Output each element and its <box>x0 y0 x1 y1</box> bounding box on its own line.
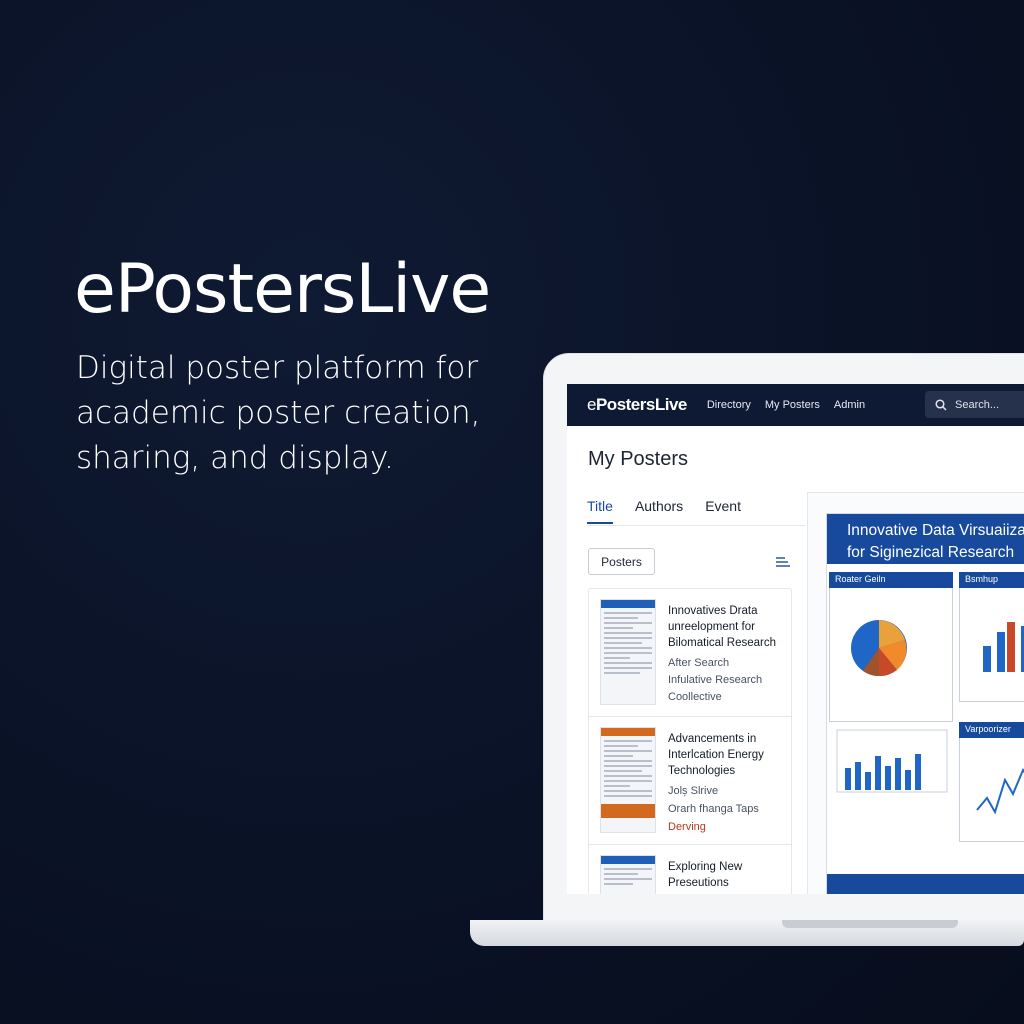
poster-title-line: for Siginezical Research <box>847 544 1015 561</box>
poster-header: Innovative Data Virsuaiizations for Sigi… <box>827 514 1024 564</box>
list-view-icon[interactable] <box>776 556 790 568</box>
poster-title-line: Innovative Data Virsuaiizations <box>847 522 1024 539</box>
search-placeholder: Search... <box>955 398 1000 411</box>
app-logo[interactable]: ePostersLive <box>587 395 687 415</box>
logo-prefix: e <box>587 395 596 414</box>
poster-section-title: Roater Geiln <box>829 572 953 588</box>
poster-thumbnail <box>600 855 656 894</box>
logo-rest: PostersLive <box>595 395 687 414</box>
poster-title: Exploring New Preseutions <box>668 861 743 889</box>
poster-preview[interactable]: Innovative Data Virsuaiizations for Sigi… <box>826 513 1024 894</box>
laptop-notch <box>782 920 958 928</box>
nav-link-my-posters[interactable]: My Posters <box>765 399 820 411</box>
poster-meta: Infulative Research <box>668 674 763 686</box>
page-title: My Posters <box>588 448 689 470</box>
top-nav: ePostersLive Directory My Posters Admin … <box>567 384 1024 426</box>
app-screen: ePostersLive Directory My Posters Admin … <box>567 384 1024 894</box>
pie-chart-graphic <box>851 620 907 677</box>
poster-list-item[interactable]: Innovatives Drata unreelopment for Bilom… <box>589 589 791 717</box>
poster-meta: Coollective <box>668 691 722 703</box>
hero-subtitle: Digital poster platform for academic pos… <box>76 350 481 476</box>
tab-authors[interactable]: Authors <box>635 498 683 524</box>
poster-section-title: Varpoorizer <box>959 722 1024 738</box>
poster-meta: Derving <box>668 821 706 833</box>
bar-chart-graphic <box>983 622 1024 672</box>
poster-title: Advancements in Interlcation Energy Tech… <box>668 733 764 777</box>
tab-bar: Title Authors Event <box>587 498 763 524</box>
poster-footer <box>827 874 1024 894</box>
poster-thumbnail <box>600 599 656 705</box>
search-input[interactable]: Search... <box>925 391 1024 418</box>
tab-title[interactable]: Title <box>587 498 613 524</box>
poster-thumbnail <box>600 727 656 833</box>
line-chart-graphic <box>976 767 1024 815</box>
hero-title: ePostersLive <box>74 250 491 329</box>
tab-event[interactable]: Event <box>705 498 741 524</box>
bar-chart-graphic <box>836 729 948 793</box>
poster-preview-panel: Innovative Data Virsuaiizations for Sigi… <box>807 492 1024 894</box>
poster-list: Innovatives Drata unreelopment for Bilom… <box>588 588 792 894</box>
poster-title: Innovatives Drata unreelopment for Bilom… <box>668 605 777 649</box>
search-icon <box>935 398 947 411</box>
poster-meta: After Search <box>668 657 730 669</box>
poster-meta: Jolș Slrive <box>668 785 719 797</box>
poster-list-item[interactable]: Advancements in Interlcation Energy Tech… <box>589 717 791 845</box>
tabs-divider <box>587 525 805 526</box>
poster-list-item[interactable]: Exploring New Preseutions <box>589 845 791 894</box>
poster-section-title: Bsmhup <box>959 572 1024 588</box>
nav-link-directory[interactable]: Directory <box>707 399 751 411</box>
nav-link-admin[interactable]: Admin <box>834 399 865 411</box>
posters-filter-button[interactable]: Posters <box>588 548 655 575</box>
poster-meta: Orarh fhanga Taps <box>668 803 759 815</box>
